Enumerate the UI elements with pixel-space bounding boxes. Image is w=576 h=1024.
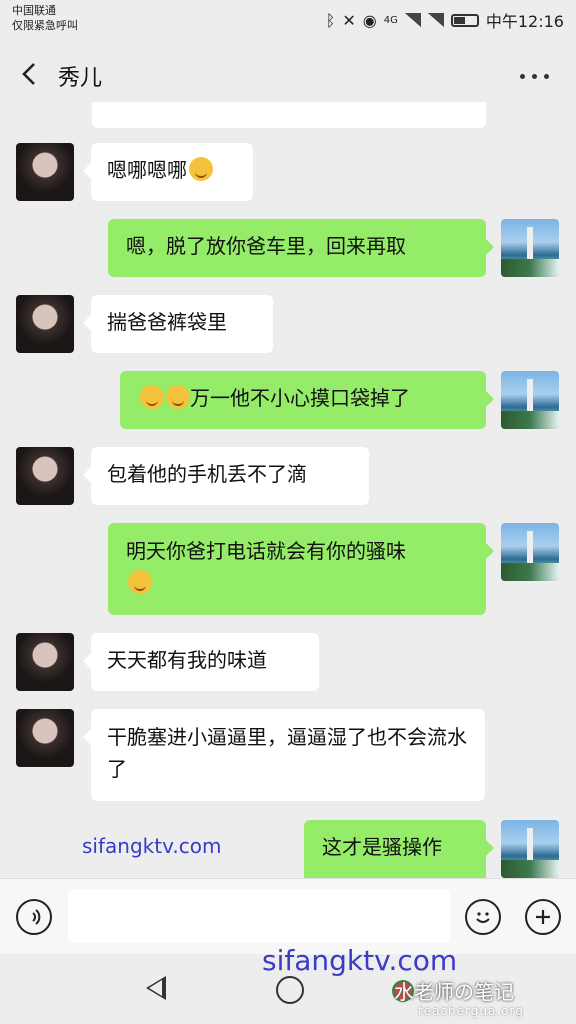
nav-home-icon[interactable] (276, 976, 304, 1004)
message-bubble-received[interactable]: 干脆塞进小逼逼里，逼逼湿了也不会流水了 (83, 709, 485, 801)
contact-avatar[interactable] (16, 295, 74, 353)
status-icons: ᛒ ✕ ◉ 4G 中午12:16 (326, 8, 564, 32)
my-avatar[interactable] (501, 523, 559, 581)
plus-icon[interactable] (525, 899, 561, 935)
message-text: 嗯，脱了放你爸车里，回来再取 (126, 234, 406, 258)
signal-icon (404, 13, 421, 27)
watermark-site-large: sifangktv.com (262, 944, 458, 977)
clock: 中午12:16 (485, 12, 564, 31)
carrier-name: 中国联通 (12, 4, 56, 17)
message-bubble-sent[interactable]: 万一他不小心摸口袋掉了 (120, 371, 494, 429)
my-avatar[interactable] (501, 219, 559, 277)
partial-message-bubble (92, 102, 486, 128)
watermark-brand: 水老师の笔记 (394, 980, 514, 1004)
contact-avatar[interactable] (16, 633, 74, 691)
status-bar: 中国联通 仅限紧急呼叫 ᛒ ✕ ◉ 4G 中午12:16 (0, 0, 576, 40)
message-bubble-sent[interactable]: 明天你爸打电话就会有你的骚味 (108, 523, 494, 615)
contact-avatar[interactable] (16, 709, 74, 767)
eye-icon: ◉ (362, 10, 377, 30)
back-arrow-icon[interactable] (14, 58, 46, 90)
bluetooth-icon: ᛒ (325, 10, 336, 30)
network-type-label: 4G (383, 14, 398, 26)
message-text: 这才是骚操作 (322, 835, 442, 859)
mute-icon: ✕ (342, 10, 356, 30)
emoji-face-icon[interactable] (465, 899, 501, 935)
message-text: 揣爸爸裤袋里 (107, 310, 227, 334)
message-text: 天天都有我的味道 (107, 648, 267, 672)
emergency-only-text: 仅限紧急呼叫 (12, 19, 78, 32)
message-bubble-sent[interactable]: 嗯，脱了放你爸车里，回来再取 (108, 219, 494, 277)
message-text: 明天你爸打电话就会有你的骚味 (126, 539, 406, 563)
contact-avatar[interactable] (16, 447, 74, 505)
message-bubble-sent[interactable]: 这才是骚操作 (304, 820, 494, 878)
watermark-site: sifangktv.com (82, 834, 222, 858)
chat-header: 秀儿 (0, 48, 576, 102)
nav-back-icon[interactable] (146, 976, 166, 1000)
signal-icon-2 (427, 13, 444, 27)
message-bubble-received[interactable]: 嗯哪嗯哪 (83, 143, 253, 201)
message-text: 包着他的手机丢不了滴 (107, 462, 307, 486)
carrier-info: 中国联通 仅限紧急呼叫 (12, 3, 78, 33)
thinking-emoji-icon (166, 385, 190, 409)
my-avatar[interactable] (501, 820, 559, 878)
thinking-emoji-icon (140, 385, 164, 409)
smile-emoji-icon (189, 157, 213, 181)
message-bubble-received[interactable]: 揣爸爸裤袋里 (83, 295, 273, 353)
message-bubble-received[interactable]: 天天都有我的味道 (83, 633, 319, 691)
message-text: 干脆塞进小逼逼里，逼逼湿了也不会流水了 (107, 725, 467, 781)
chat-title: 秀儿 (58, 66, 103, 91)
message-input[interactable] (68, 889, 450, 943)
battery-icon (450, 13, 479, 27)
message-bubble-received[interactable]: 包着他的手机丢不了滴 (83, 447, 369, 505)
watermark-brand-url: teachergua.org (418, 1004, 524, 1018)
more-dots-icon[interactable] (520, 74, 549, 79)
thinking-emoji-icon (128, 570, 152, 594)
my-avatar[interactable] (501, 371, 559, 429)
message-text: 嗯哪嗯哪 (107, 158, 187, 182)
contact-avatar[interactable] (16, 143, 74, 201)
voice-icon[interactable] (16, 899, 52, 935)
message-text: 万一他不小心摸口袋掉了 (190, 386, 410, 410)
